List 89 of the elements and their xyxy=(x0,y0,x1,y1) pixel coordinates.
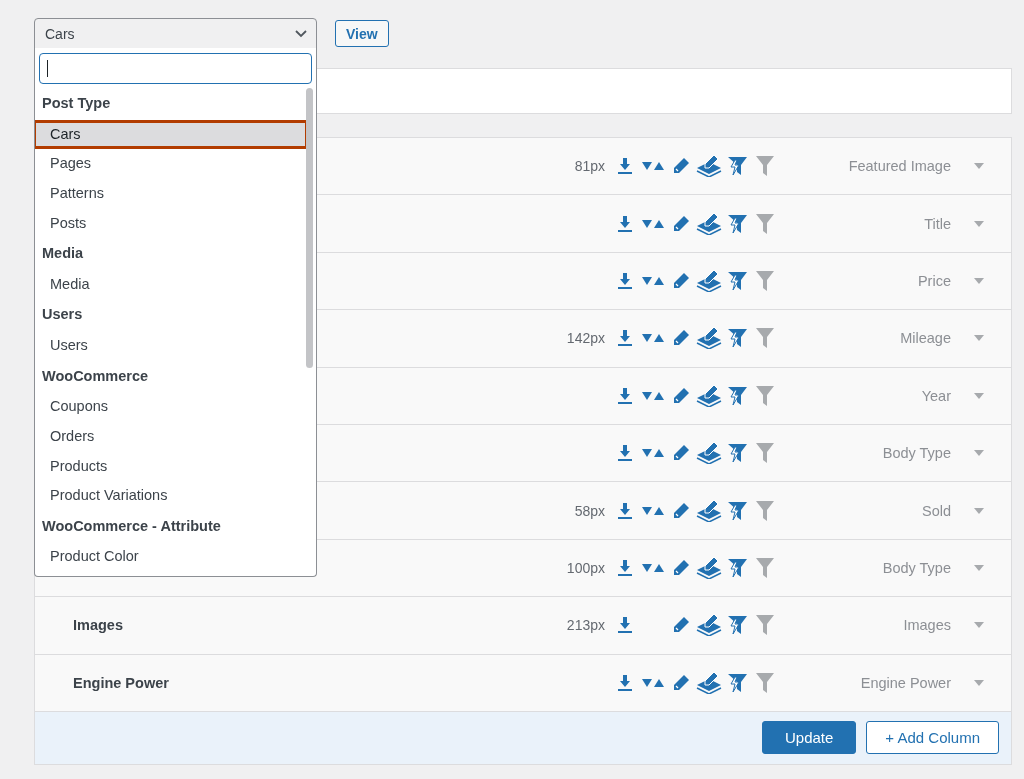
column-type: Year xyxy=(921,387,951,404)
column-label: Images xyxy=(73,617,123,634)
dropdown-option[interactable]: Users xyxy=(35,330,304,361)
pencil-icon[interactable] xyxy=(672,386,690,405)
download-icon[interactable] xyxy=(617,501,633,520)
download-icon[interactable] xyxy=(617,444,633,463)
download-icon[interactable] xyxy=(617,673,633,692)
view-button[interactable]: View xyxy=(335,20,389,47)
bolt-filter-icon[interactable] xyxy=(726,556,748,579)
dropdown-option[interactable]: Product Variations xyxy=(35,481,304,511)
column-type: Images xyxy=(903,617,951,634)
column-type: Body Type xyxy=(882,559,951,576)
sort-icon[interactable] xyxy=(642,447,664,460)
bolt-filter-icon[interactable] xyxy=(726,499,748,522)
group-heading: Users xyxy=(41,305,84,325)
dropdown-option[interactable]: Product Color xyxy=(35,542,304,573)
pencil-icon[interactable] xyxy=(672,271,690,290)
column-type: Engine Power xyxy=(860,674,951,691)
stack-edit-icon[interactable] xyxy=(696,614,722,637)
dropdown-option[interactable]: Posts xyxy=(35,208,304,239)
sort-icon[interactable] xyxy=(642,274,664,287)
group-heading: Post Type xyxy=(41,94,112,113)
column-label: Engine Power xyxy=(73,674,169,691)
download-icon[interactable] xyxy=(617,157,633,176)
column-width: 142px xyxy=(566,330,605,347)
stack-edit-icon[interactable] xyxy=(696,212,722,235)
dropdown-option[interactable]: Patterns xyxy=(35,178,304,209)
pencil-icon[interactable] xyxy=(672,214,690,233)
bolt-filter-icon[interactable] xyxy=(726,155,748,178)
column-width: 100px xyxy=(566,559,605,576)
pencil-icon[interactable] xyxy=(672,157,690,176)
download-icon[interactable] xyxy=(617,214,633,233)
stack-edit-icon[interactable] xyxy=(696,384,722,407)
column-width: 81px xyxy=(574,158,605,175)
sort-icon[interactable] xyxy=(642,561,664,574)
scrollbar[interactable] xyxy=(306,88,313,368)
add-column-button[interactable]: + Add Column xyxy=(866,721,999,755)
pencil-icon[interactable] xyxy=(672,501,690,520)
pencil-icon[interactable] xyxy=(672,616,690,635)
bolt-filter-icon[interactable] xyxy=(726,269,748,292)
download-icon[interactable] xyxy=(617,616,633,635)
dropdown-option[interactable]: Cars xyxy=(35,119,308,150)
pencil-icon[interactable] xyxy=(672,329,690,348)
dropdown-option[interactable]: Products xyxy=(35,451,304,482)
column-type: Price xyxy=(917,272,951,289)
group-heading: WooCommerce xyxy=(41,366,150,386)
pencil-icon[interactable] xyxy=(672,558,690,577)
sort-icon[interactable] xyxy=(642,504,664,517)
column-type: Featured Image xyxy=(848,158,951,175)
column-width: 213px xyxy=(566,617,605,634)
bolt-filter-icon[interactable] xyxy=(726,384,748,407)
post-type-select[interactable]: Cars xyxy=(34,18,317,49)
stack-edit-icon[interactable] xyxy=(696,327,722,350)
bolt-filter-icon[interactable] xyxy=(726,327,748,350)
dropdown-option[interactable]: Coupons xyxy=(35,392,304,422)
stack-edit-icon[interactable] xyxy=(696,269,722,292)
sort-icon[interactable] xyxy=(642,332,664,345)
pencil-icon[interactable] xyxy=(672,444,690,463)
group-heading: WooCommerce - Attribute xyxy=(41,516,222,536)
sort-icon[interactable] xyxy=(642,160,664,173)
bolt-filter-icon[interactable] xyxy=(726,671,748,694)
pencil-icon[interactable] xyxy=(672,673,690,692)
column-type: Mileage xyxy=(900,330,951,347)
group-heading: Media xyxy=(41,244,85,264)
dropdown-option[interactable]: Pages xyxy=(35,149,304,179)
stack-edit-icon[interactable] xyxy=(696,155,722,178)
column-type: Sold xyxy=(921,502,951,519)
sort-icon[interactable] xyxy=(642,389,664,402)
dropdown-option[interactable]: Media xyxy=(35,269,304,300)
dropdown-option[interactable]: Orders xyxy=(35,421,304,452)
update-button[interactable]: Update xyxy=(761,721,857,755)
bolt-filter-icon[interactable] xyxy=(726,212,748,235)
download-icon[interactable] xyxy=(617,271,633,290)
stack-edit-icon[interactable] xyxy=(696,442,722,465)
column-width: 58px xyxy=(574,502,605,519)
download-icon[interactable] xyxy=(617,386,633,405)
column-type: Body Type xyxy=(882,445,951,462)
stack-edit-icon[interactable] xyxy=(696,556,722,579)
sort-icon[interactable] xyxy=(642,676,664,689)
chevron-down-icon xyxy=(294,28,308,39)
sort-icon[interactable] xyxy=(642,217,664,230)
download-icon[interactable] xyxy=(617,558,633,577)
stack-edit-icon[interactable] xyxy=(696,499,722,522)
bolt-filter-icon[interactable] xyxy=(726,442,748,465)
download-icon[interactable] xyxy=(617,329,633,348)
column-type: Title xyxy=(924,215,951,232)
stack-edit-icon[interactable] xyxy=(696,671,722,694)
bolt-filter-icon[interactable] xyxy=(726,614,748,637)
search-field[interactable] xyxy=(39,53,312,84)
